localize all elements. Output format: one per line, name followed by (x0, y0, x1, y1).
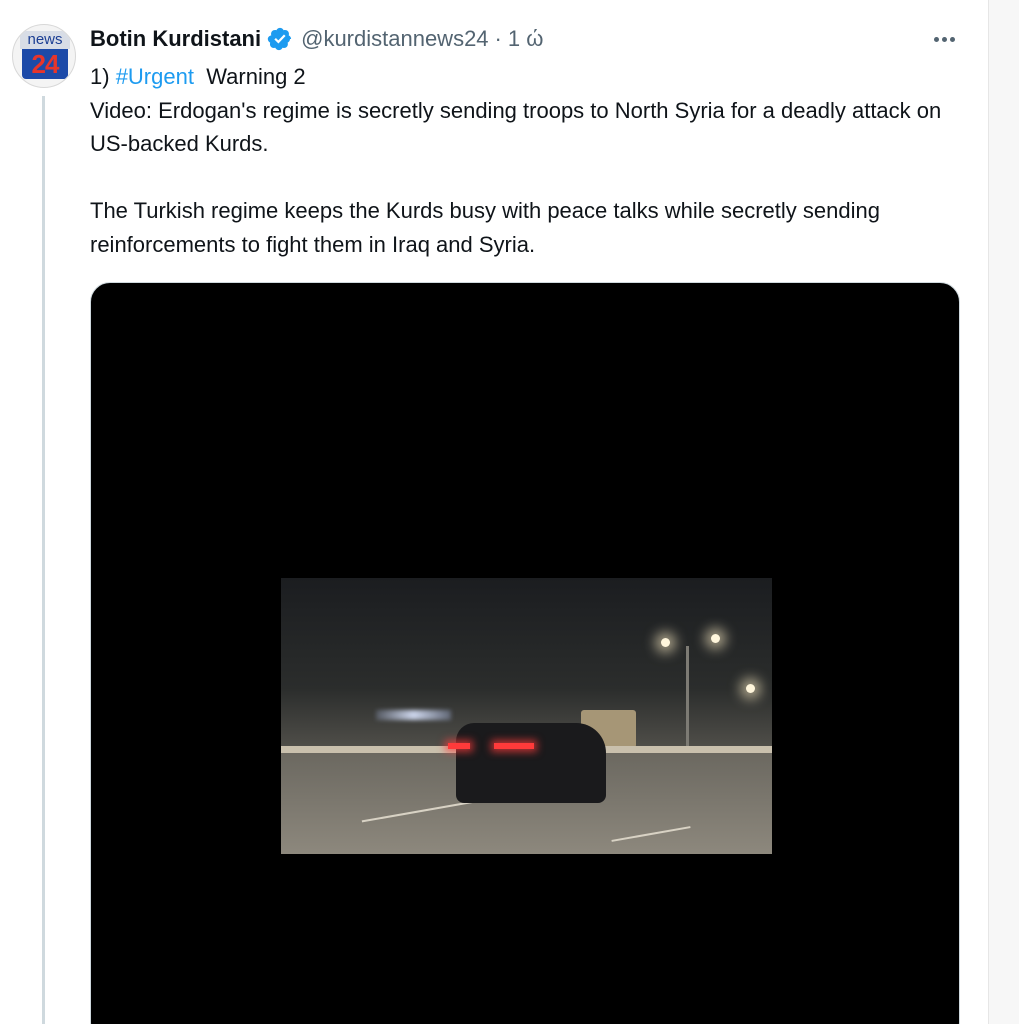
street-lamp (661, 638, 670, 647)
tweet-text-line1: 1) #Urgent Warning 2 (90, 60, 970, 94)
timestamp[interactable]: 1 ώ (508, 26, 544, 52)
author-handle[interactable]: @kurdistannews24 (301, 26, 488, 52)
separator-dot: · (494, 26, 502, 51)
tweet-paragraph-2: The Turkish regime keeps the Kurds busy … (90, 198, 880, 257)
distant-lights (376, 710, 451, 720)
taillight (448, 743, 470, 749)
car-silhouette (448, 723, 606, 803)
video-player[interactable] (90, 282, 960, 1024)
thread-line (42, 96, 45, 1024)
warning-label: Warning 2 (206, 64, 306, 89)
avatar-logo-bottom: 24 (22, 49, 68, 79)
taillight (494, 743, 534, 749)
video-thumbnail[interactable] (281, 578, 772, 854)
tweet-header: Botin Kurdistani @kurdistannews24 · 1 ώ (90, 24, 543, 54)
tweet-paragraph-1: Video: Erdogan's regime is secretly send… (90, 97, 942, 157)
street-lamp (746, 684, 755, 693)
hashtag-link[interactable]: #Urgent (116, 64, 194, 89)
display-name[interactable]: Botin Kurdistani (90, 26, 261, 52)
tweet-text: 1) #Urgent Warning 2 Video: Erdogan's re… (90, 60, 970, 261)
thread-number: 1) (90, 64, 110, 89)
right-gutter (988, 0, 1019, 1024)
street-lamp (711, 634, 720, 643)
verified-badge-icon[interactable] (267, 26, 293, 52)
lamp-pole (686, 646, 689, 746)
avatar[interactable]: news 24 (12, 24, 76, 88)
more-horizontal-icon[interactable] (930, 30, 960, 50)
tweet-page: news 24 Botin Kurdistani @kurdistannews2… (0, 0, 1019, 1024)
avatar-logo-top: news (20, 31, 70, 49)
